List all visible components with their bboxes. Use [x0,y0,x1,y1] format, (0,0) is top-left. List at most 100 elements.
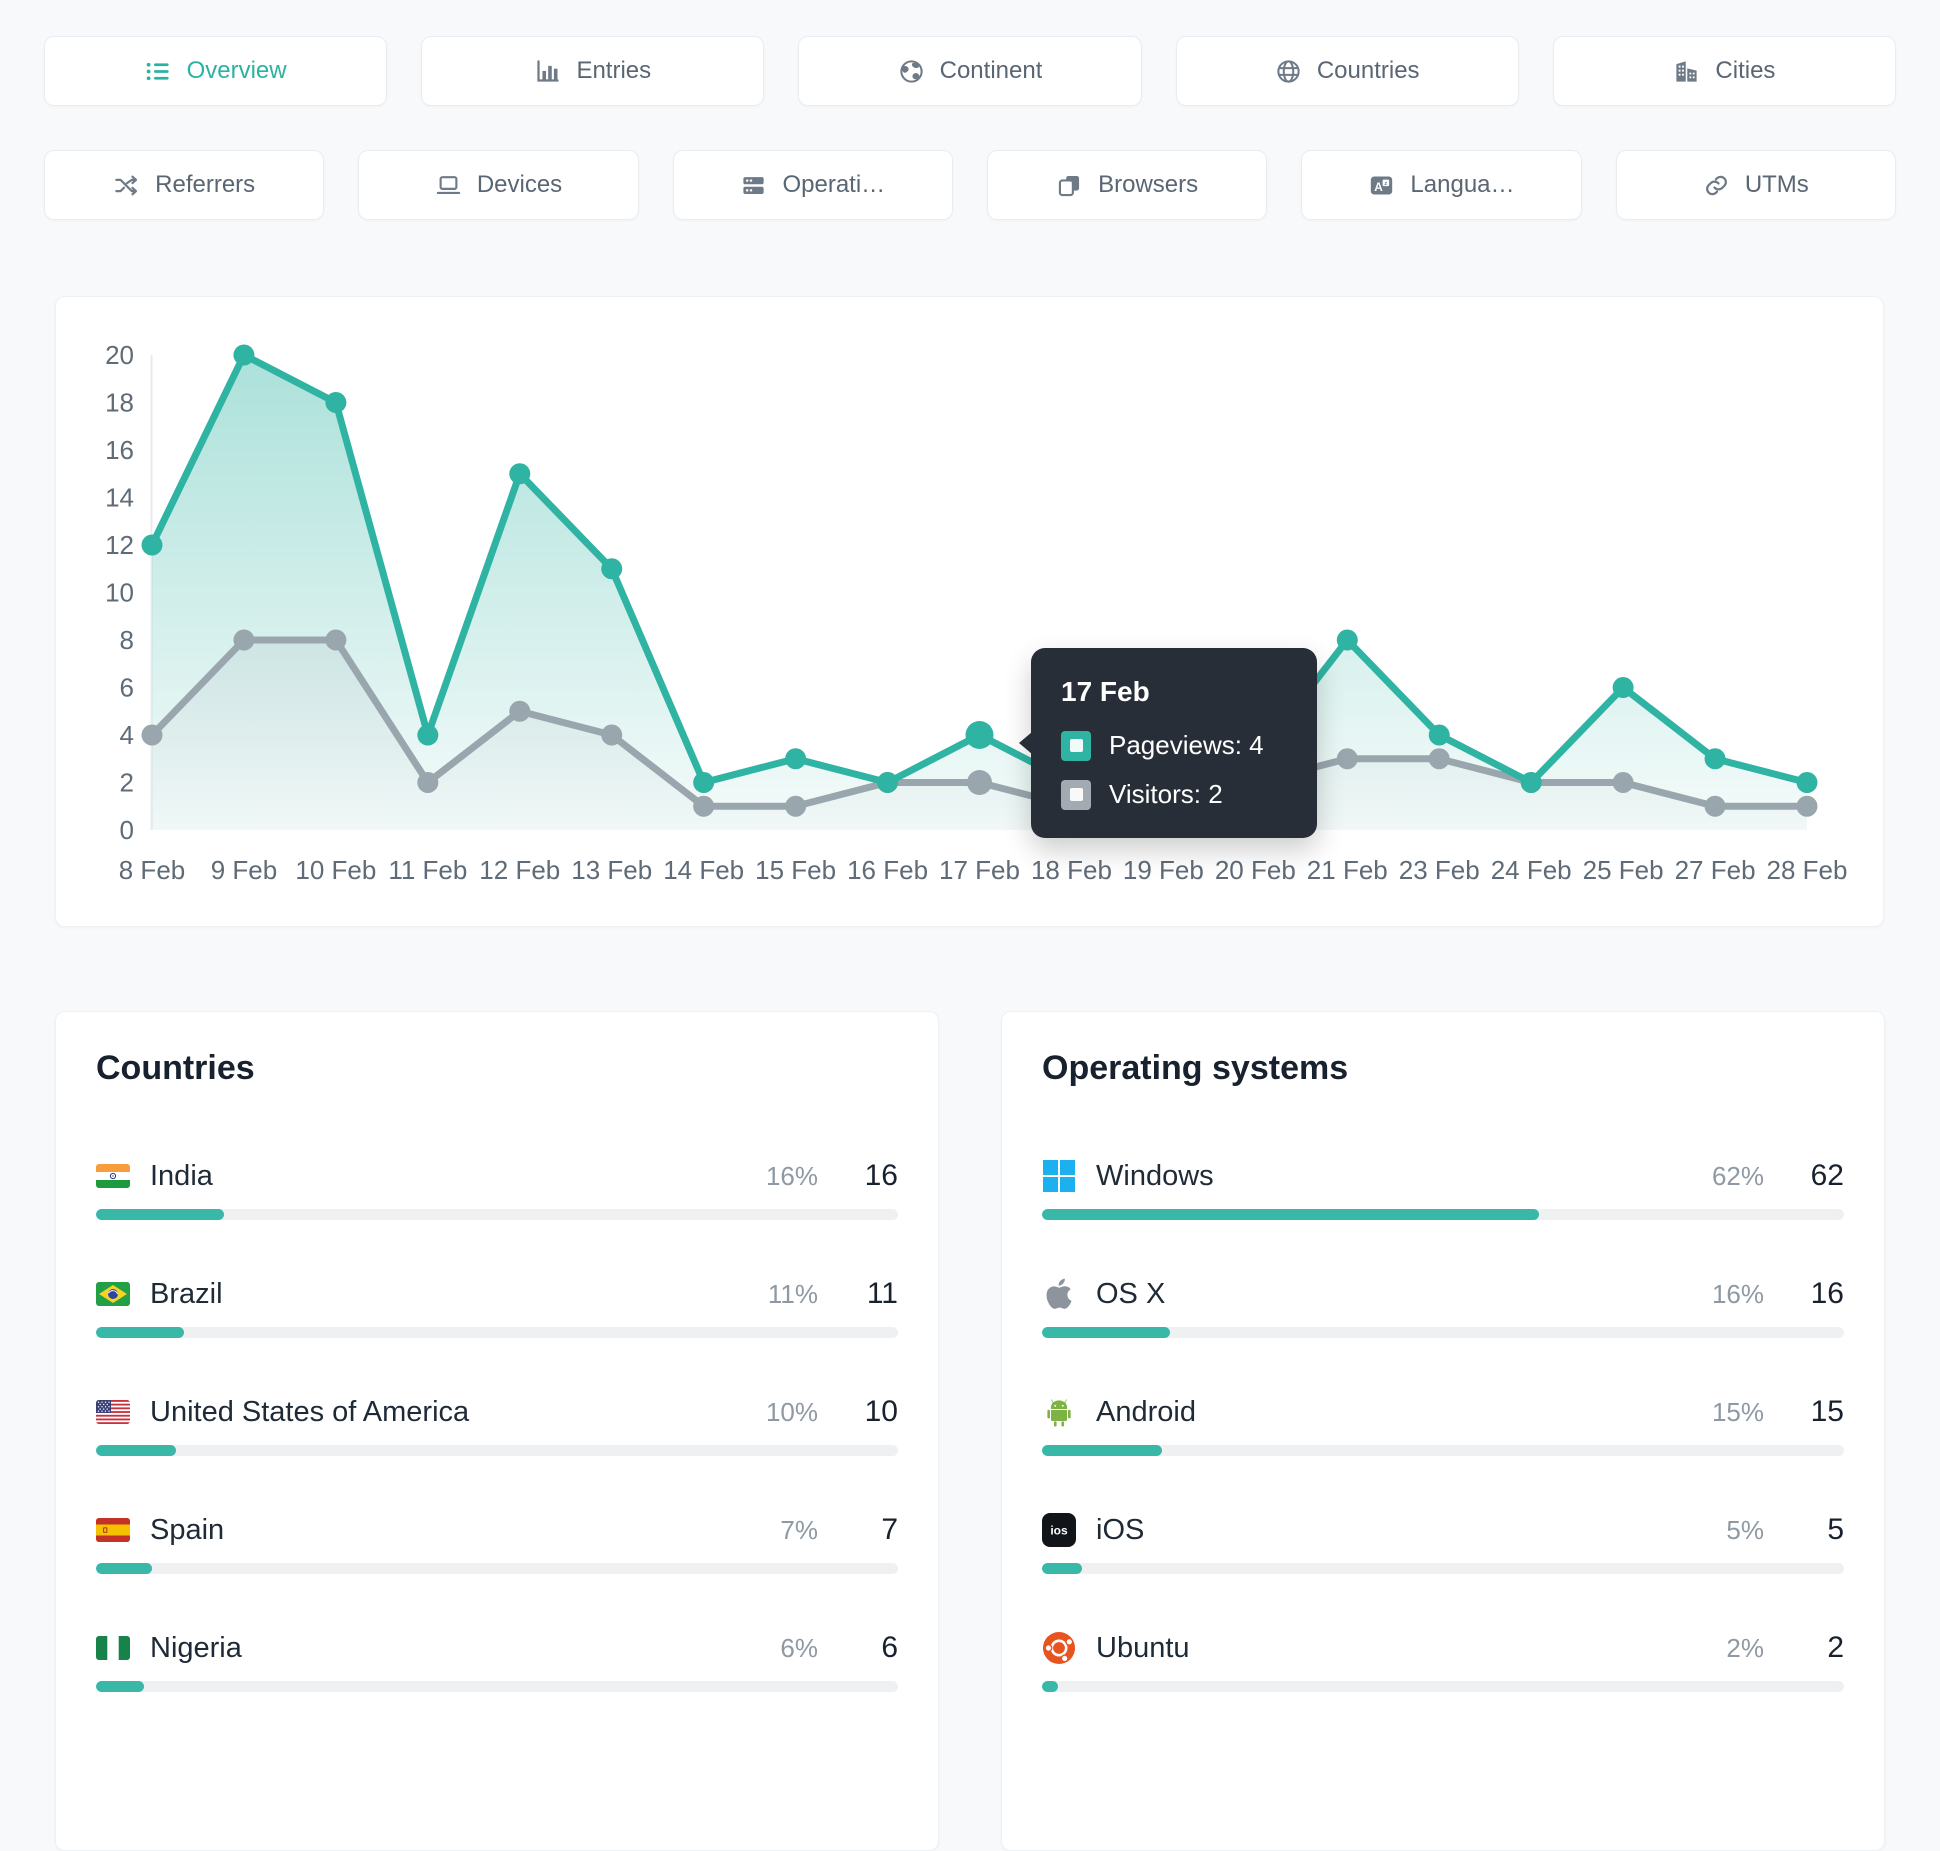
tab-browsers[interactable]: Browsers [986,150,1268,220]
tab-continent[interactable]: Continent [798,36,1142,106]
tab-entries[interactable]: Entries [421,36,765,106]
stat-row-ios[interactable]: ios iOS 5% 5 [1042,1513,1844,1574]
stat-row-nigeria[interactable]: Nigeria 6% 6 [96,1631,898,1692]
stat-name: OS X [1096,1277,1166,1310]
stat-percent: 10% [765,1396,818,1427]
apple-logo-icon [1042,1277,1076,1311]
data-point-pageviews [877,772,899,793]
stat-name: Brazil [150,1277,223,1310]
stat-percent: 5% [1726,1514,1764,1545]
y-axis-tick: 10 [105,578,134,608]
svg-text:ios: ios [1050,1524,1068,1538]
stat-percent: 11% [767,1278,818,1309]
bar-chart-icon [534,58,561,85]
tab-utms[interactable]: UTMs [1615,150,1896,220]
tooltip-pageviews-row: Pageviews: 4 [1061,730,1287,761]
tooltip-visitors-row: Visitors: 2 [1061,779,1287,810]
visitors-legend-chip [1061,779,1091,810]
operating-systems-panel: Operating systems Windows 62% 62 OS X 16% 16 A… [1001,1011,1885,1851]
stat-bar-track [96,1209,898,1220]
tab-referrers[interactable]: Referrers [44,150,325,220]
stat-value: 5 [1827,1513,1844,1546]
stat-name: India [150,1159,213,1192]
x-axis-tick: 13 Feb [571,855,652,885]
stat-bar-fill [96,1445,177,1456]
stat-row-brazil[interactable]: Brazil 11% 11 [96,1277,898,1338]
tab-langua[interactable]: Az Langua… [1301,150,1582,220]
stat-value: 11 [866,1277,898,1310]
data-point-visitors [601,724,623,746]
stat-percent: 15% [1711,1396,1764,1427]
stat-bar-track [1042,1209,1844,1220]
tooltip-arrow [1019,732,1032,754]
y-axis-tick: 18 [105,388,134,418]
stat-bar-track [1042,1681,1844,1692]
data-point-pageviews [1428,724,1450,746]
stat-value: 16 [1810,1277,1844,1310]
data-point-visitors [785,795,807,817]
stat-name: Ubuntu [1096,1631,1190,1664]
tab-label: Continent [939,57,1043,84]
flag-usa-icon [96,1400,130,1424]
tab-label: Countries [1316,57,1420,84]
tab-row-primary: Overview Entries Continent Countries Cities [44,0,1897,106]
x-axis-tick: 8 Feb [119,855,186,885]
operating-systems-panel-title: Operating systems [1042,1049,1349,1087]
tab-label: Cities [1715,57,1776,84]
stat-value: 15 [1810,1395,1844,1428]
x-axis-tick: 16 Feb [847,855,928,885]
tab-overview[interactable]: Overview [44,36,388,106]
stat-bar-track [96,1327,898,1338]
stat-name: Nigeria [150,1631,242,1664]
tab-devices[interactable]: Devices [358,150,639,220]
server-icon [740,172,767,199]
data-point-visitors [233,629,255,651]
stat-row-united-states-of-america[interactable]: United States of America 10% 10 [96,1395,898,1456]
stat-row-india[interactable]: India 16% 16 [96,1159,898,1220]
x-axis-tick: 25 Feb [1583,855,1664,885]
x-axis-tick: 23 Feb [1399,855,1480,885]
stat-bar-track [96,1563,898,1574]
y-axis-tick: 20 [105,340,134,370]
tab-label: Overview [186,57,287,84]
stat-percent: 2% [1726,1632,1764,1663]
stat-bar-fill [1042,1563,1083,1574]
x-axis-tick: 15 Feb [755,855,836,885]
stat-name: Android [1096,1395,1196,1428]
x-axis-tick: 18 Feb [1031,855,1112,885]
stat-row-android[interactable]: Android 15% 15 [1042,1395,1844,1456]
stat-value: 7 [881,1513,898,1546]
stat-row-ubuntu[interactable]: Ubuntu 2% 2 [1042,1631,1844,1692]
stat-name: Spain [150,1513,225,1546]
tab-operati[interactable]: Operati… [672,150,953,220]
data-point-pageviews [601,558,623,580]
stat-percent: 62% [1711,1160,1764,1191]
data-point-visitors [1796,795,1818,817]
data-point-visitors [1612,772,1634,793]
data-point-pageviews [1520,772,1542,793]
data-point-pageviews [141,534,163,556]
tab-label: Browsers [1098,171,1199,198]
stat-percent: 7% [780,1514,818,1545]
stat-row-spain[interactable]: Spain 7% 7 [96,1513,898,1574]
x-axis-tick: 10 Feb [295,855,376,885]
stat-name: iOS [1096,1513,1145,1546]
data-point-visitors [1336,748,1358,770]
x-axis-tick: 17 Feb [939,855,1020,885]
stat-row-os-x[interactable]: OS X 16% 16 [1042,1277,1844,1338]
tab-countries[interactable]: Countries [1175,36,1519,106]
x-axis-tick: 27 Feb [1675,855,1756,885]
earth-icon [898,58,925,85]
countries-panel-title: Countries [96,1049,255,1087]
stat-bar-track [1042,1327,1844,1338]
flag-india-icon [96,1164,130,1188]
stat-row-windows[interactable]: Windows 62% 62 [1042,1159,1844,1220]
stat-percent: 16% [1711,1278,1764,1309]
x-axis-tick: 21 Feb [1307,855,1388,885]
stat-bar-fill [1042,1327,1171,1338]
stat-bar-fill [1042,1681,1059,1692]
tab-cities[interactable]: Cities [1552,36,1897,106]
tab-label: Operati… [782,171,886,198]
data-point-visitors [509,700,531,722]
tab-row-secondary: Referrers Devices Operati… Browsers Az Langua… [44,150,1896,220]
